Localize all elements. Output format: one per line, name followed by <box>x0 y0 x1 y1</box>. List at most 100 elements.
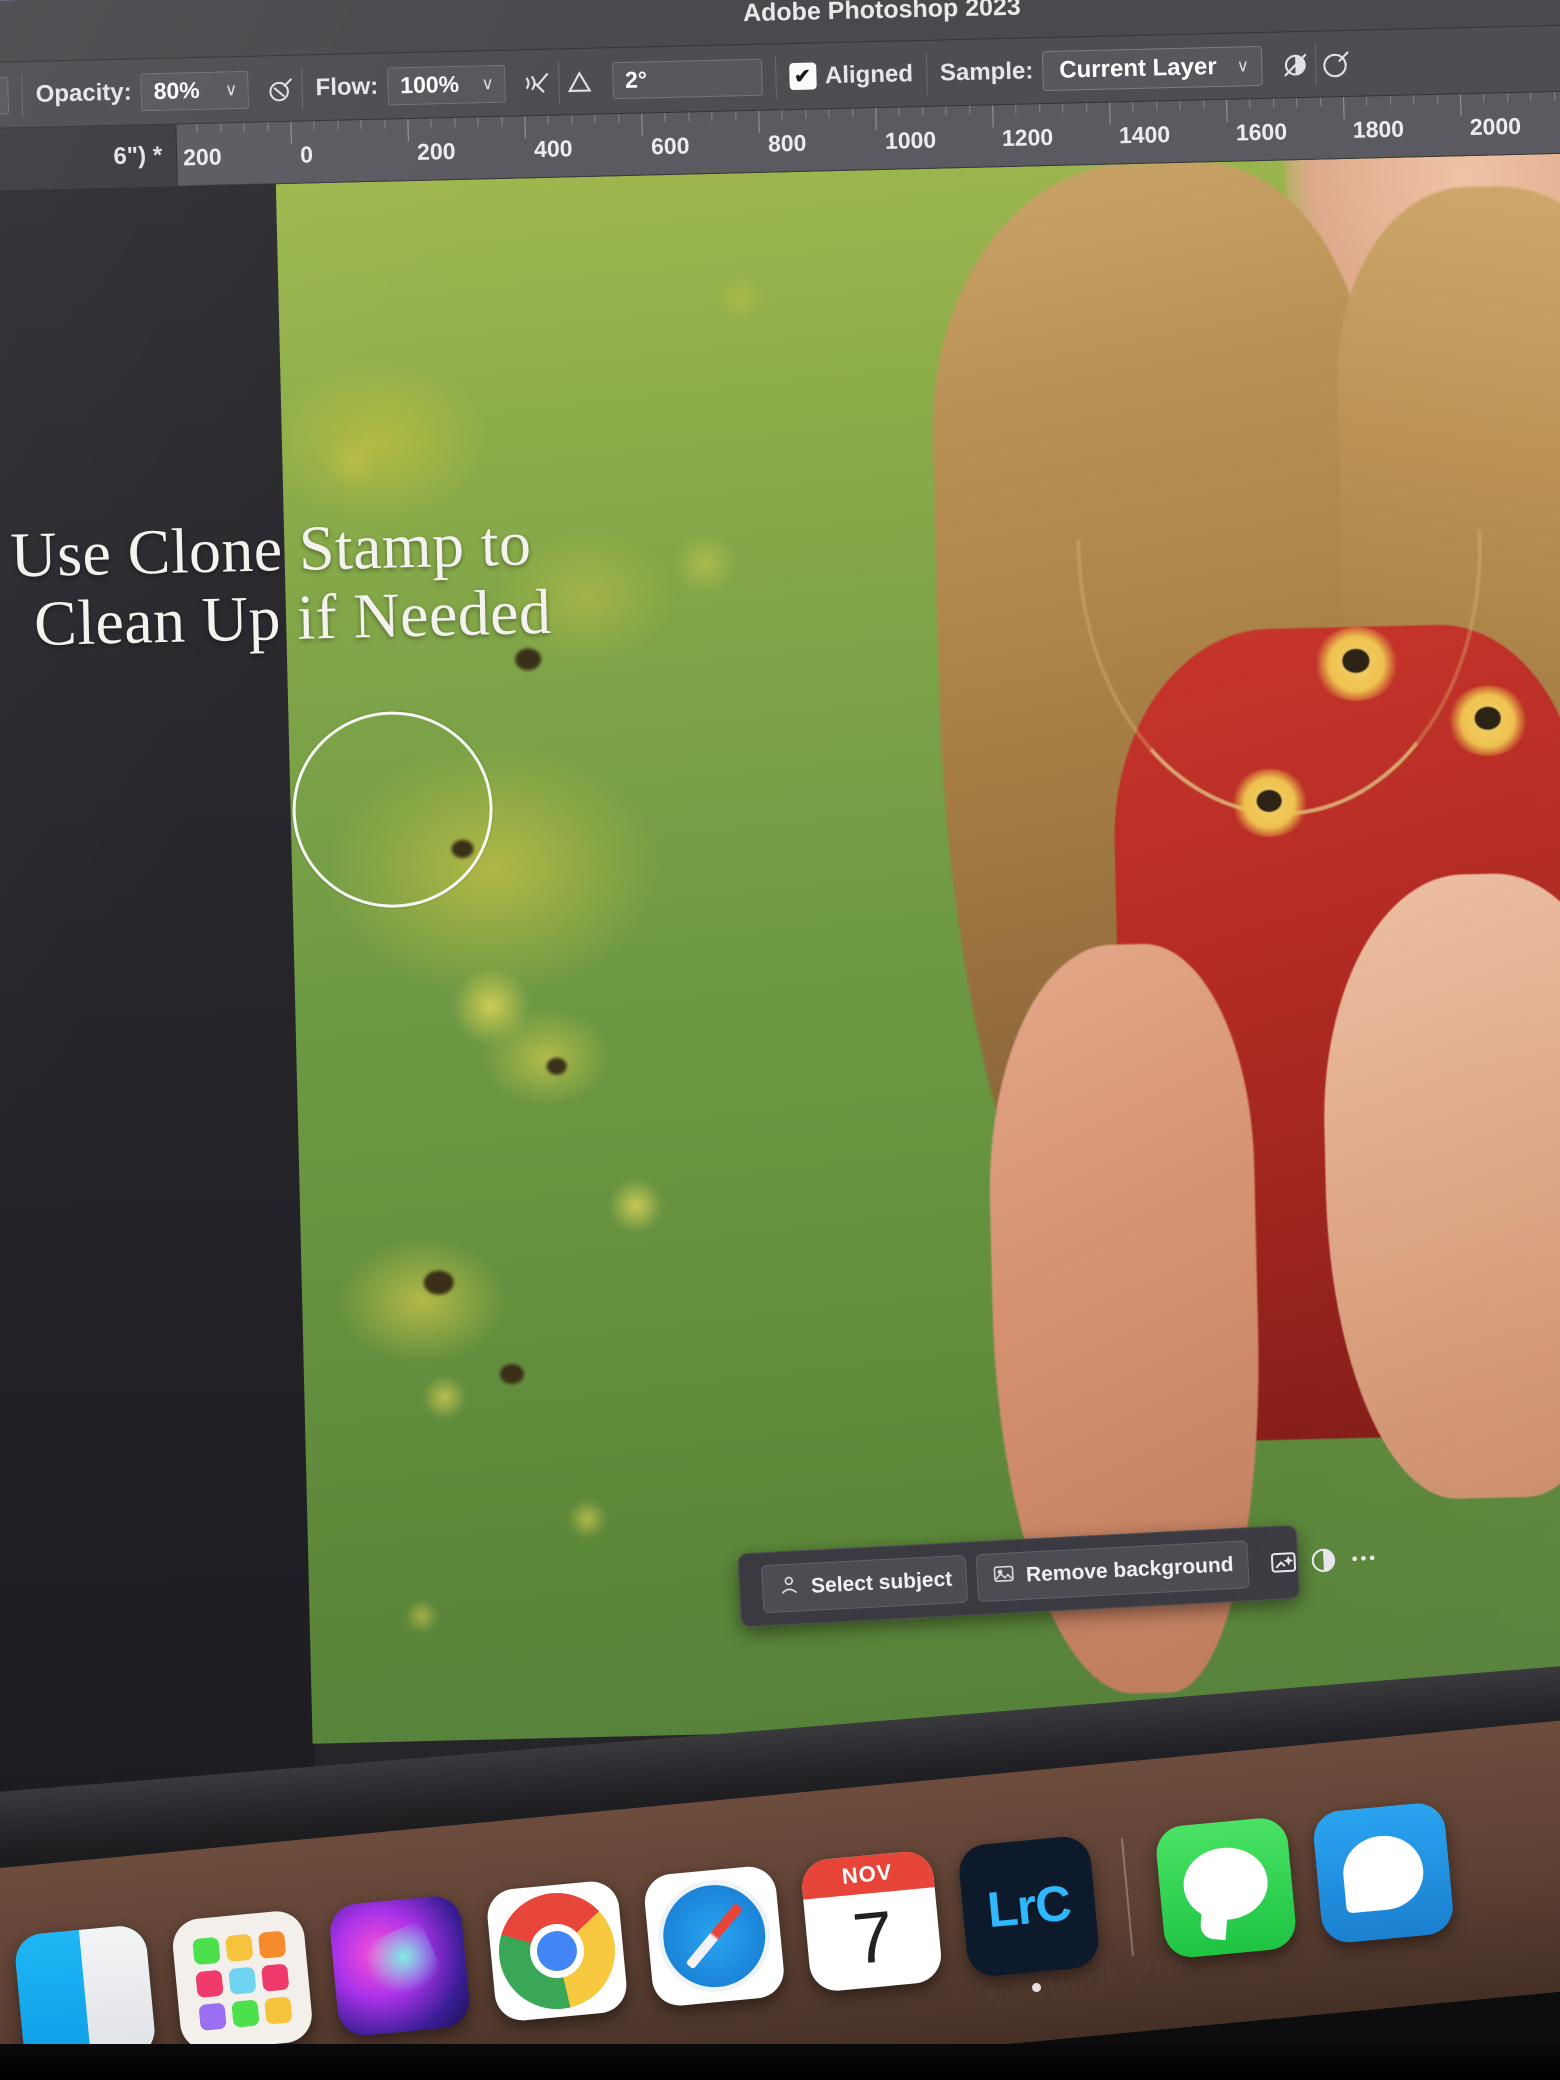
ruler-minor-tick <box>196 124 199 134</box>
dock-item-calendar[interactable]: NOV 7 <box>799 1849 944 1994</box>
ruler-minor-tick <box>1506 93 1509 103</box>
opacity-label: Opacity: <box>35 78 132 108</box>
adjustment-icon[interactable] <box>1307 1536 1339 1585</box>
caption-overlay: Use Clone Stamp to Clean Up if Needed <box>10 499 913 659</box>
application-title: Adobe Photoshop 2023 <box>742 0 1022 28</box>
dock-item-chrome[interactable] <box>485 1879 629 2023</box>
ruler-minor-tick <box>711 111 713 121</box>
ruler-minor-tick <box>547 115 549 125</box>
canvas-area[interactable]: Use Clone Stamp to Clean Up if Needed Se… <box>0 151 1560 1930</box>
ruler-minor-tick <box>1202 100 1204 110</box>
ruler-minor-tick <box>1483 93 1485 103</box>
opacity-control: Opacity: 80% ∨ <box>22 57 262 128</box>
ruler-minor-tick <box>1530 92 1532 102</box>
dock-divider <box>1120 1838 1134 1956</box>
dock-item-safari[interactable] <box>642 1864 787 2009</box>
dock-item-siri[interactable] <box>327 1893 472 2038</box>
ruler-minor-tick <box>617 114 620 124</box>
ruler-minor-tick <box>1062 103 1064 113</box>
ruler-major-tick <box>758 110 760 133</box>
ruler-minor-tick <box>500 116 503 126</box>
ruler-minor-tick <box>734 111 737 121</box>
ruler-minor-tick <box>898 107 900 117</box>
ruler-tick-label: 1000 <box>884 126 937 154</box>
photoshop-application-window: yer Type Select Filter 3D View Plugins W… <box>0 0 1560 1930</box>
ruler-minor-tick <box>1155 101 1158 111</box>
person-icon <box>776 1572 802 1603</box>
dock-item-launchpad[interactable] <box>170 1908 315 2053</box>
dock-item-messages[interactable] <box>1154 1815 1298 1960</box>
sample-dropdown[interactable]: Current Layer ∨ <box>1041 45 1263 91</box>
angle-control: 2° <box>598 44 775 113</box>
flow-label: Flow: <box>315 72 379 101</box>
dock-item-lightroom-classic[interactable]: LrC <box>956 1834 1101 1993</box>
remove-background-label: Remove background <box>1025 1553 1235 1587</box>
sample-control: Sample: Current Layer ∨ <box>926 33 1276 106</box>
dock-item-app-store[interactable] <box>1311 1800 1456 1945</box>
image-icon <box>991 1561 1017 1592</box>
ruler-minor-tick <box>1015 104 1017 114</box>
ruler-minor-tick <box>266 122 269 132</box>
ruler-minor-tick <box>430 118 432 128</box>
flow-control: Flow: 100% ∨ <box>302 50 519 120</box>
angle-input[interactable]: 2° <box>611 58 763 100</box>
ruler-major-tick <box>875 108 877 131</box>
document-tab[interactable]: 6") * <box>0 124 178 192</box>
ruler-major-tick <box>992 105 994 128</box>
flow-chevron-down-icon[interactable]: ∨ <box>470 64 506 104</box>
ruler-minor-tick <box>360 120 362 130</box>
ruler-major-tick <box>1226 99 1228 122</box>
ruler-minor-tick <box>851 108 854 118</box>
tablet-pressure-icon[interactable] <box>1316 43 1357 84</box>
ruler-minor-tick <box>1436 94 1438 104</box>
airbrush-icon[interactable] <box>518 62 559 103</box>
ruler-tick-label: 1800 <box>1352 115 1405 143</box>
canvas-empty-gutter <box>0 184 319 1930</box>
ruler-minor-tick <box>1366 96 1368 106</box>
ruler-tick-label: 1400 <box>1118 121 1171 149</box>
ruler-minor-tick <box>337 120 339 130</box>
aligned-checkbox[interactable]: ✔ <box>788 62 817 91</box>
flow-input[interactable]: 100% <box>386 65 472 106</box>
ruler-tick-label: 0 <box>299 141 314 168</box>
document-photo[interactable] <box>275 151 1560 1744</box>
drag-handle[interactable] <box>751 1570 754 1609</box>
running-indicator <box>1031 1982 1042 1993</box>
ruler-minor-tick <box>945 106 947 116</box>
ruler-tick-label: 200 <box>182 143 222 171</box>
ruler-major-tick <box>1109 102 1111 125</box>
ruler-minor-tick <box>828 109 830 119</box>
ruler-major-tick <box>524 116 526 139</box>
opacity-input[interactable]: 80% <box>140 71 216 111</box>
aligned-control[interactable]: ✔ Aligned <box>775 41 926 110</box>
remove-background-button[interactable]: Remove background <box>975 1540 1250 1603</box>
ruler-tick-label: 600 <box>650 132 690 160</box>
brush-preset-picker[interactable]: ∨ <box>0 62 22 128</box>
ruler-major-tick <box>641 113 643 136</box>
ignore-adjustment-layers-icon[interactable] <box>1275 44 1316 85</box>
ruler-minor-tick <box>922 106 924 116</box>
ruler-minor-tick <box>1085 103 1087 113</box>
document-tab-label: 6") * <box>113 141 163 170</box>
subject-woman <box>896 151 1560 1729</box>
chevron-down-icon[interactable]: ∨ <box>0 75 10 115</box>
pressure-opacity-icon[interactable] <box>261 68 302 109</box>
ruler-minor-tick <box>664 112 666 123</box>
generative-image-icon[interactable] <box>1267 1538 1299 1587</box>
ruler-major-tick <box>407 119 409 142</box>
ruler-minor-tick <box>477 117 479 127</box>
ruler-tick-label: 400 <box>533 135 573 163</box>
ruler-minor-tick <box>1132 101 1134 111</box>
ruler-tick-label: 2000 <box>1469 112 1522 141</box>
sample-label: Sample: <box>939 56 1034 87</box>
ruler-minor-tick <box>1553 92 1555 102</box>
sample-chevron-down-icon: ∨ <box>1236 55 1250 76</box>
angle-icon <box>559 61 600 102</box>
divider <box>1257 1543 1260 1584</box>
aligned-label: Aligned <box>824 59 914 89</box>
opacity-chevron-down-icon[interactable]: ∨ <box>214 70 250 110</box>
more-options-icon[interactable] <box>1347 1534 1379 1583</box>
select-subject-button[interactable]: Select subject <box>760 1554 969 1614</box>
ruler-minor-tick <box>1179 100 1181 110</box>
photo-of-laptop-screen: yer Type Select Filter 3D View Plugins W… <box>0 0 1560 2080</box>
